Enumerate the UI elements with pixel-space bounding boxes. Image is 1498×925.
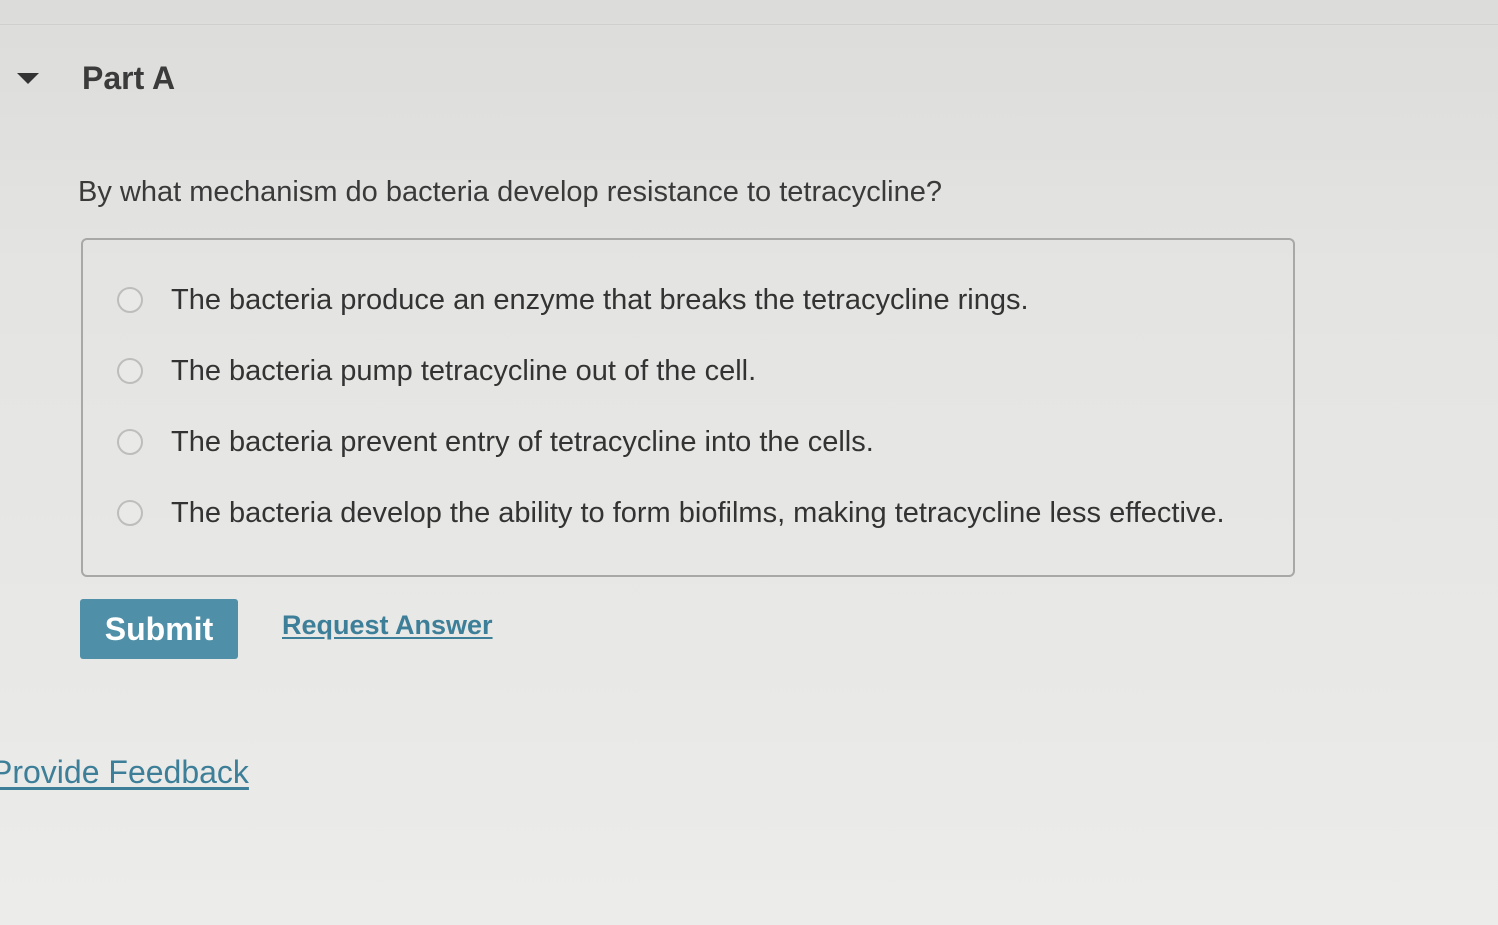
- radio-button[interactable]: [117, 429, 143, 455]
- submit-button[interactable]: Submit: [80, 599, 238, 659]
- answer-option[interactable]: The bacteria prevent entry of tetracycli…: [117, 422, 874, 462]
- answer-option[interactable]: The bacteria produce an enzyme that brea…: [117, 280, 1029, 320]
- answer-option-label: The bacteria pump tetracycline out of th…: [171, 354, 757, 387]
- radio-button[interactable]: [117, 358, 143, 384]
- page: Part A By what mechanism do bacteria dev…: [0, 0, 1498, 925]
- question-text: By what mechanism do bacteria develop re…: [78, 176, 942, 208]
- request-answer-link[interactable]: Request Answer: [282, 610, 493, 641]
- provide-feedback-link[interactable]: Provide Feedback: [0, 754, 249, 791]
- radio-button[interactable]: [117, 500, 143, 526]
- top-divider: [0, 24, 1498, 25]
- answer-option-label: The bacteria prevent entry of tetracycli…: [171, 425, 874, 458]
- answer-option[interactable]: The bacteria pump tetracycline out of th…: [117, 351, 756, 391]
- answer-options: The bacteria produce an enzyme that brea…: [81, 238, 1295, 577]
- answer-option-label: The bacteria develop the ability to form…: [171, 496, 1225, 529]
- part-header: Part A: [14, 56, 175, 100]
- radio-button[interactable]: [117, 287, 143, 313]
- caret-down-icon[interactable]: [14, 64, 42, 92]
- part-title: Part A: [82, 59, 176, 96]
- answer-option[interactable]: The bacteria develop the ability to form…: [117, 493, 1225, 533]
- answer-option-label: The bacteria produce an enzyme that brea…: [171, 283, 1029, 316]
